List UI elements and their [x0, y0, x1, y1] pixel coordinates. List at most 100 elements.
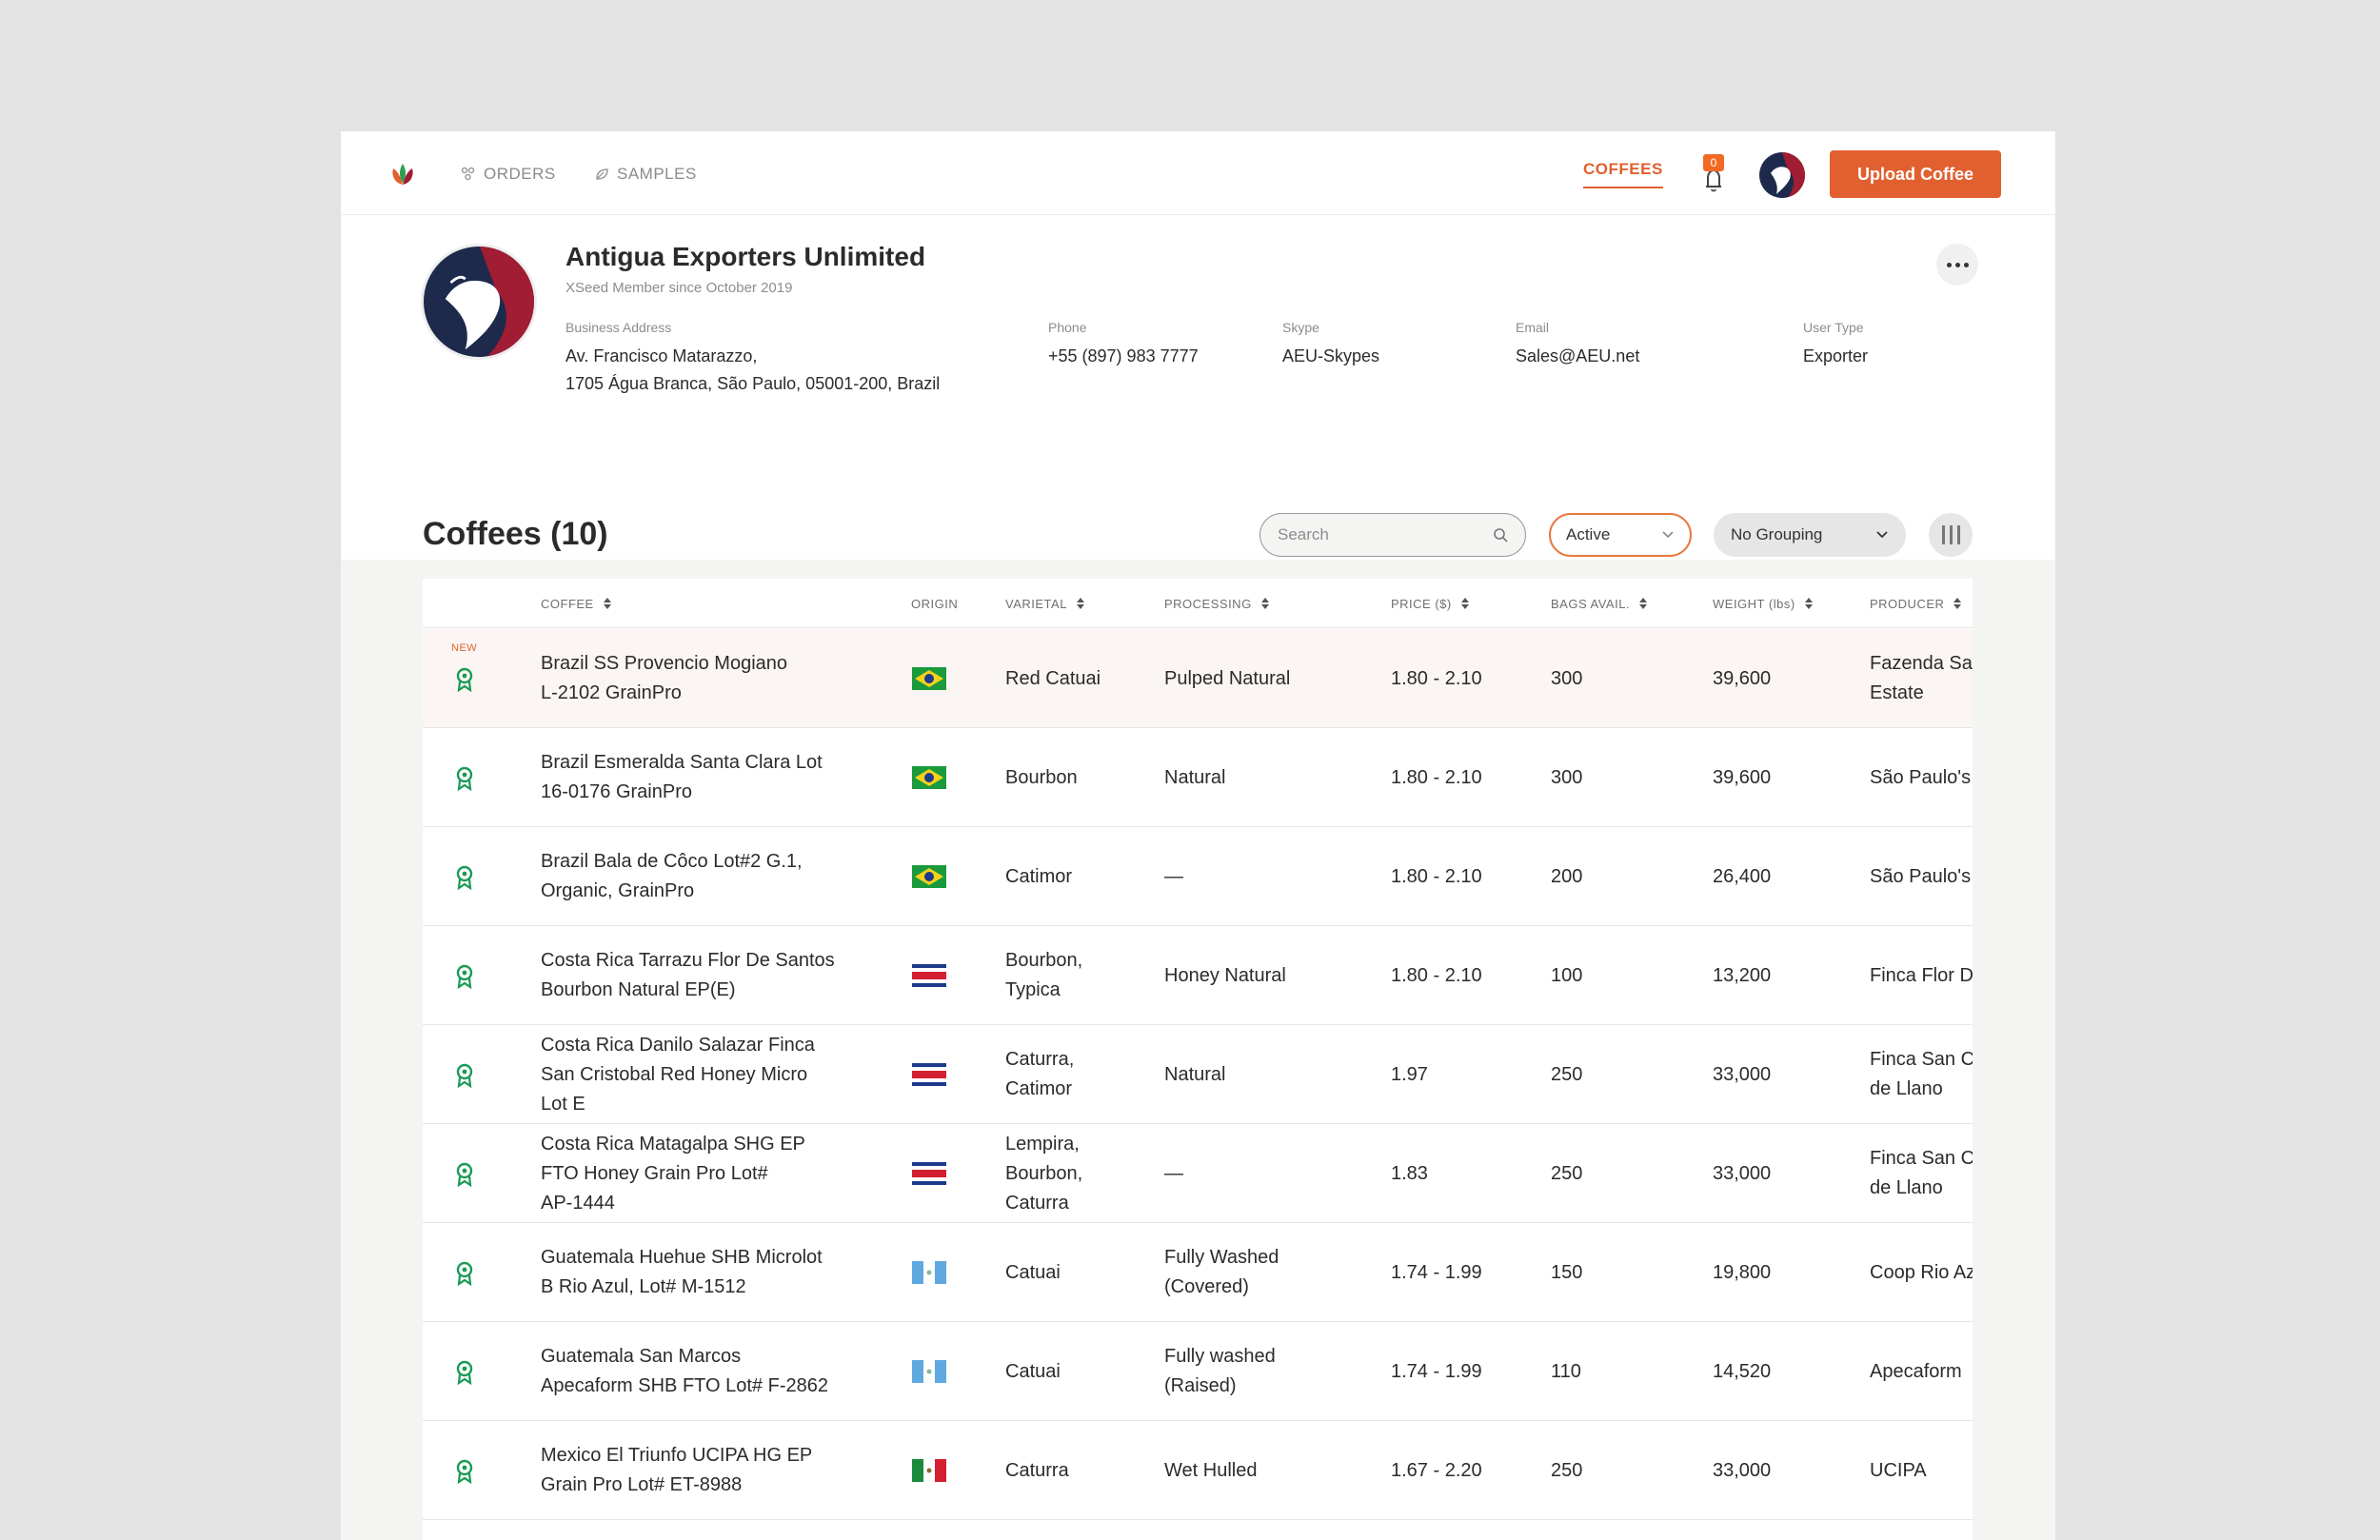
table-row[interactable]: Costa Rica Matagalpa SHG EP FTO Honey Gra… [423, 1124, 1973, 1223]
cell-bags-line: 110 [1551, 1360, 1581, 1382]
cell-coffee-line: Mexico El Triunfo UCIPA HG EP [541, 1445, 813, 1466]
cell-varietal: Catuai [1005, 1223, 1148, 1322]
nav-samples[interactable]: SAMPLES [594, 161, 697, 188]
column-header-producer[interactable]: PRODUCER [1870, 579, 1962, 628]
user-avatar[interactable] [1759, 152, 1805, 198]
table-row[interactable]: Guatemala San Marcos Apecaform SHB FTO Lo… [423, 1322, 1973, 1421]
cell-producer-line: Coop Rio Az [1870, 1261, 1973, 1283]
sort-icon [1954, 598, 1962, 609]
search-box[interactable] [1259, 513, 1526, 557]
costa-rica-flag-icon [912, 964, 946, 987]
cell-coffee-line: Guatemala Huehue SHB Microlot [541, 1247, 823, 1268]
cell-varietal-line: Caturra [1005, 1459, 1069, 1481]
address-label: Business Address [565, 320, 672, 335]
search-icon[interactable] [1493, 527, 1508, 543]
cell-coffee-line: Costa Rica Matagalpa SHG EP [541, 1133, 805, 1155]
column-header-price[interactable]: PRICE ($) [1391, 579, 1469, 628]
award-icon [455, 1162, 474, 1188]
table-row[interactable]: NEW Brazil SS Provencio Mogiano L-2102 Gra… [423, 629, 1973, 728]
column-header-processing[interactable]: PROCESSING [1164, 579, 1269, 628]
cell-processing-line: Fully Washed [1164, 1247, 1279, 1268]
cell-processing-line: Natural [1164, 766, 1226, 788]
table-row[interactable]: Brazil Bala de Côco Lot#2 G.1, Organic, G… [423, 827, 1973, 926]
cell-processing: — [1164, 827, 1374, 926]
search-input[interactable] [1278, 525, 1493, 544]
cell-weight: 13,200 [1713, 926, 1855, 1025]
cell-producer-line: São Paulo's [1870, 766, 1972, 788]
cell-varietal-line: Typica [1005, 979, 1061, 1000]
upload-coffee-button[interactable]: Upload Coffee [1830, 150, 2001, 198]
cell-coffee-line: Brazil SS Provencio Mogiano [541, 653, 788, 674]
grouping-select[interactable]: No Grouping [1714, 513, 1906, 557]
nav-orders[interactable]: ORDERS [461, 161, 556, 188]
cell-varietal-line: Catuai [1005, 1360, 1061, 1382]
leaf-icon [596, 168, 608, 180]
column-header-weight[interactable]: WEIGHT (lbs) [1713, 579, 1813, 628]
cell-coffee-line: Costa Rica Tarrazu Flor De Santos [541, 950, 835, 971]
cell-producer: Finca Flor D [1870, 926, 1973, 1025]
cell-bags-line: 100 [1551, 964, 1583, 986]
cell-bags: 250 [1551, 1421, 1694, 1520]
cell-coffee: Brazil SS Provencio Mogiano L-2102 GrainP… [541, 629, 883, 728]
column-header-bags[interactable]: BAGS AVAIL. [1551, 579, 1648, 628]
columns-icon[interactable] [1929, 513, 1973, 557]
cell-coffee: Guatemala Huehue SHB Microlot B Rio Azul,… [541, 1223, 883, 1322]
cell-coffee-line: AP-1444 [541, 1192, 615, 1214]
email-value[interactable]: Sales@AEU.net [1516, 343, 1639, 370]
cell-bags-line: 250 [1551, 1063, 1583, 1085]
table-row[interactable]: Guatemala Huehue SHB Microlot B Rio Azul,… [423, 1223, 1973, 1322]
column-header-origin: ORIGIN [911, 596, 959, 611]
usertype-label: User Type [1803, 320, 1864, 335]
cell-processing-line: — [1164, 1162, 1183, 1184]
cell-processing: Natural [1164, 728, 1374, 827]
cell-price: 1.80 - 2.10 [1391, 728, 1534, 827]
cell-bags: 200 [1551, 827, 1694, 926]
table-row[interactable]: Costa Rica Danilo Salazar Finca San Crist… [423, 1025, 1973, 1124]
cell-price: 1.74 - 1.99 [1391, 1322, 1534, 1421]
table-row[interactable]: Brazil Esmeralda Santa Clara Lot 16-0176 … [423, 728, 1973, 827]
cell-coffee-line: FTO Honey Grain Pro Lot# [541, 1162, 768, 1184]
cell-coffee-line: Costa Rica Danilo Salazar Finca [541, 1034, 815, 1056]
cell-price-line: 1.83 [1391, 1162, 1428, 1184]
table-row[interactable]: Mexico El Triunfo UCIPA HG EP Grain Pro L… [423, 1421, 1973, 1520]
tab-coffees[interactable]: COFFEES [1583, 160, 1663, 188]
cell-coffee: Brazil Esmeralda Santa Clara Lot 16-0176 … [541, 728, 883, 827]
cell-producer: São Paulo's [1870, 728, 1973, 827]
cell-processing-line: (Raised) [1164, 1375, 1237, 1396]
cell-processing-line: (Covered) [1164, 1276, 1249, 1297]
cell-processing-line: Pulped Natural [1164, 667, 1291, 689]
cell-varietal: Catuai [1005, 1322, 1148, 1421]
cell-bags: 110 [1551, 1322, 1694, 1421]
award-icon [455, 667, 474, 693]
xseed-logo[interactable] [388, 160, 417, 188]
cell-processing: Natural [1164, 1025, 1374, 1124]
column-header-varietal[interactable]: VARIETAL [1005, 579, 1084, 628]
nav-samples-label: SAMPLES [617, 165, 697, 183]
more-dots-icon[interactable] [1936, 244, 1978, 286]
cell-weight: 33,000 [1713, 1421, 1855, 1520]
column-header-coffee[interactable]: COFFEE [541, 579, 611, 628]
cell-varietal: Bourbon, Typica [1005, 926, 1148, 1025]
cell-weight-line: 19,800 [1713, 1261, 1772, 1283]
sort-icon [603, 598, 611, 609]
cell-price: 1.97 [1391, 1025, 1534, 1124]
cell-weight: 19,800 [1713, 1223, 1855, 1322]
cell-bags-line: 200 [1551, 865, 1583, 887]
cell-weight-line: 33,000 [1713, 1459, 1772, 1481]
cell-varietal-line: Red Catuai [1005, 667, 1101, 689]
cell-coffee: Costa Rica Danilo Salazar Finca San Crist… [541, 1025, 883, 1124]
award-icon [455, 1360, 474, 1386]
cell-processing: Honey Natural [1164, 926, 1374, 1025]
sort-icon [1076, 598, 1084, 609]
cell-price-line: 1.74 - 1.99 [1391, 1261, 1482, 1283]
cell-bags: 300 [1551, 728, 1694, 827]
award-icon [455, 1459, 474, 1485]
cell-coffee-line: Brazil Esmeralda Santa Clara Lot [541, 752, 823, 773]
status-select[interactable]: Active [1549, 513, 1692, 557]
table-row[interactable]: Costa Rica Tarrazu Flor De Santos Bourbon… [423, 926, 1973, 1025]
cell-producer: São Paulo's [1870, 827, 1973, 926]
cell-processing: Fully washed (Raised) [1164, 1322, 1374, 1421]
cell-weight-line: 33,000 [1713, 1063, 1772, 1085]
brazil-flag-icon [912, 865, 946, 888]
cell-bags: 100 [1551, 926, 1694, 1025]
